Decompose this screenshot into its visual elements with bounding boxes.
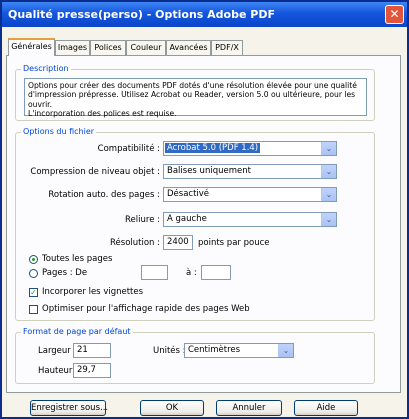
save-as-button[interactable]: Enregistrer sous...	[30, 400, 108, 416]
web-optimize-checkbox[interactable]	[29, 305, 38, 314]
tab-generales[interactable]: Générales	[8, 38, 55, 56]
compatibility-label: Compatibilité :	[97, 144, 160, 154]
tab-avancees[interactable]: Avancées	[166, 40, 211, 55]
binding-label: Reliure :	[125, 215, 160, 225]
page-from-input[interactable]	[141, 265, 168, 280]
file-options-group: Options du fichier Compatibilité : Acrob…	[15, 127, 375, 321]
page-range-label: Pages : De	[42, 268, 88, 278]
width-input[interactable]: 21	[73, 343, 111, 358]
resolution-input[interactable]: 2400	[163, 235, 193, 250]
description-group: Description Options pour créer des docum…	[15, 64, 375, 121]
page-to-input[interactable]	[201, 265, 231, 280]
compatibility-select[interactable]: Acrobat 5.0 (PDF 1.4) ⌄	[163, 141, 337, 156]
window-title: Qualité presse(perso) - Options Adobe PD…	[8, 8, 275, 21]
description-legend: Description	[21, 64, 71, 73]
all-pages-label: Toutes les pages	[42, 254, 113, 264]
page-format-group: Format de page par défaut Largeur : 21 U…	[15, 327, 375, 384]
chevron-down-icon: ⌄	[321, 213, 336, 226]
compression-select[interactable]: Balises uniquement ⌄	[163, 164, 337, 179]
web-optimize-label: Optimiser pour l'affichage rapide des pa…	[42, 304, 250, 314]
close-icon: ✕	[389, 7, 400, 21]
height-label: Hauteur :	[38, 366, 78, 376]
binding-value: A gauche	[167, 214, 207, 224]
description-line: d'impression prépresse. Utilisez Acrobat…	[28, 90, 356, 109]
close-button[interactable]: ✕	[385, 5, 404, 24]
title-bar[interactable]: Qualité presse(perso) - Options Adobe PD…	[2, 2, 407, 27]
dialog-window: Qualité presse(perso) - Options Adobe PD…	[0, 0, 409, 419]
rotation-value: Désactivé	[167, 189, 210, 199]
description-line: Options pour créer des documents PDF dot…	[28, 81, 357, 90]
tab-couleur[interactable]: Couleur	[126, 40, 166, 55]
tab-panel: Description Options pour créer des docum…	[6, 55, 401, 393]
chevron-down-icon: ⌄	[321, 142, 336, 155]
units-label: Unités :	[153, 346, 186, 356]
resolution-unit: points par pouce	[198, 238, 270, 248]
width-label: Largeur :	[38, 346, 77, 356]
tab-polices[interactable]: Polices	[90, 40, 126, 55]
thumbnails-checkbox[interactable]: ✓	[29, 288, 38, 297]
page-range-radio[interactable]	[29, 269, 38, 278]
chevron-down-icon: ⌄	[321, 165, 336, 178]
cancel-button[interactable]: Annuler	[216, 400, 282, 416]
units-value: Centimètres	[188, 345, 241, 355]
help-button[interactable]: Aide	[294, 400, 358, 416]
chevron-down-icon: ⌄	[321, 188, 336, 201]
description-line: L'incorporation des polices est requise.	[28, 108, 177, 118]
file-options-legend: Options du fichier	[21, 127, 97, 136]
rotation-label: Rotation auto. des pages :	[48, 190, 160, 200]
height-input[interactable]: 29,7	[73, 363, 111, 378]
compatibility-value: Acrobat 5.0 (PDF 1.4)	[165, 143, 261, 153]
compression-value: Balises uniquement	[167, 166, 251, 176]
resolution-label: Résolution :	[110, 238, 160, 248]
thumbnails-label: Incorporer les vignettes	[42, 287, 144, 297]
chevron-down-icon: ⌄	[278, 344, 293, 357]
units-select[interactable]: Centimètres ⌄	[184, 343, 294, 358]
binding-select[interactable]: A gauche ⌄	[163, 212, 337, 227]
page-to-label: à :	[186, 268, 197, 278]
description-text: Options pour créer des documents PDF dot…	[24, 78, 367, 118]
ok-button[interactable]: OK	[140, 400, 204, 416]
compression-label: Compression de niveau objet :	[30, 167, 160, 177]
tab-images[interactable]: Images	[55, 40, 90, 55]
page-format-legend: Format de page par défaut	[21, 327, 133, 336]
all-pages-radio[interactable]	[29, 255, 38, 264]
rotation-select[interactable]: Désactivé ⌄	[163, 187, 337, 202]
tab-pdfx[interactable]: PDF/X	[211, 40, 243, 55]
